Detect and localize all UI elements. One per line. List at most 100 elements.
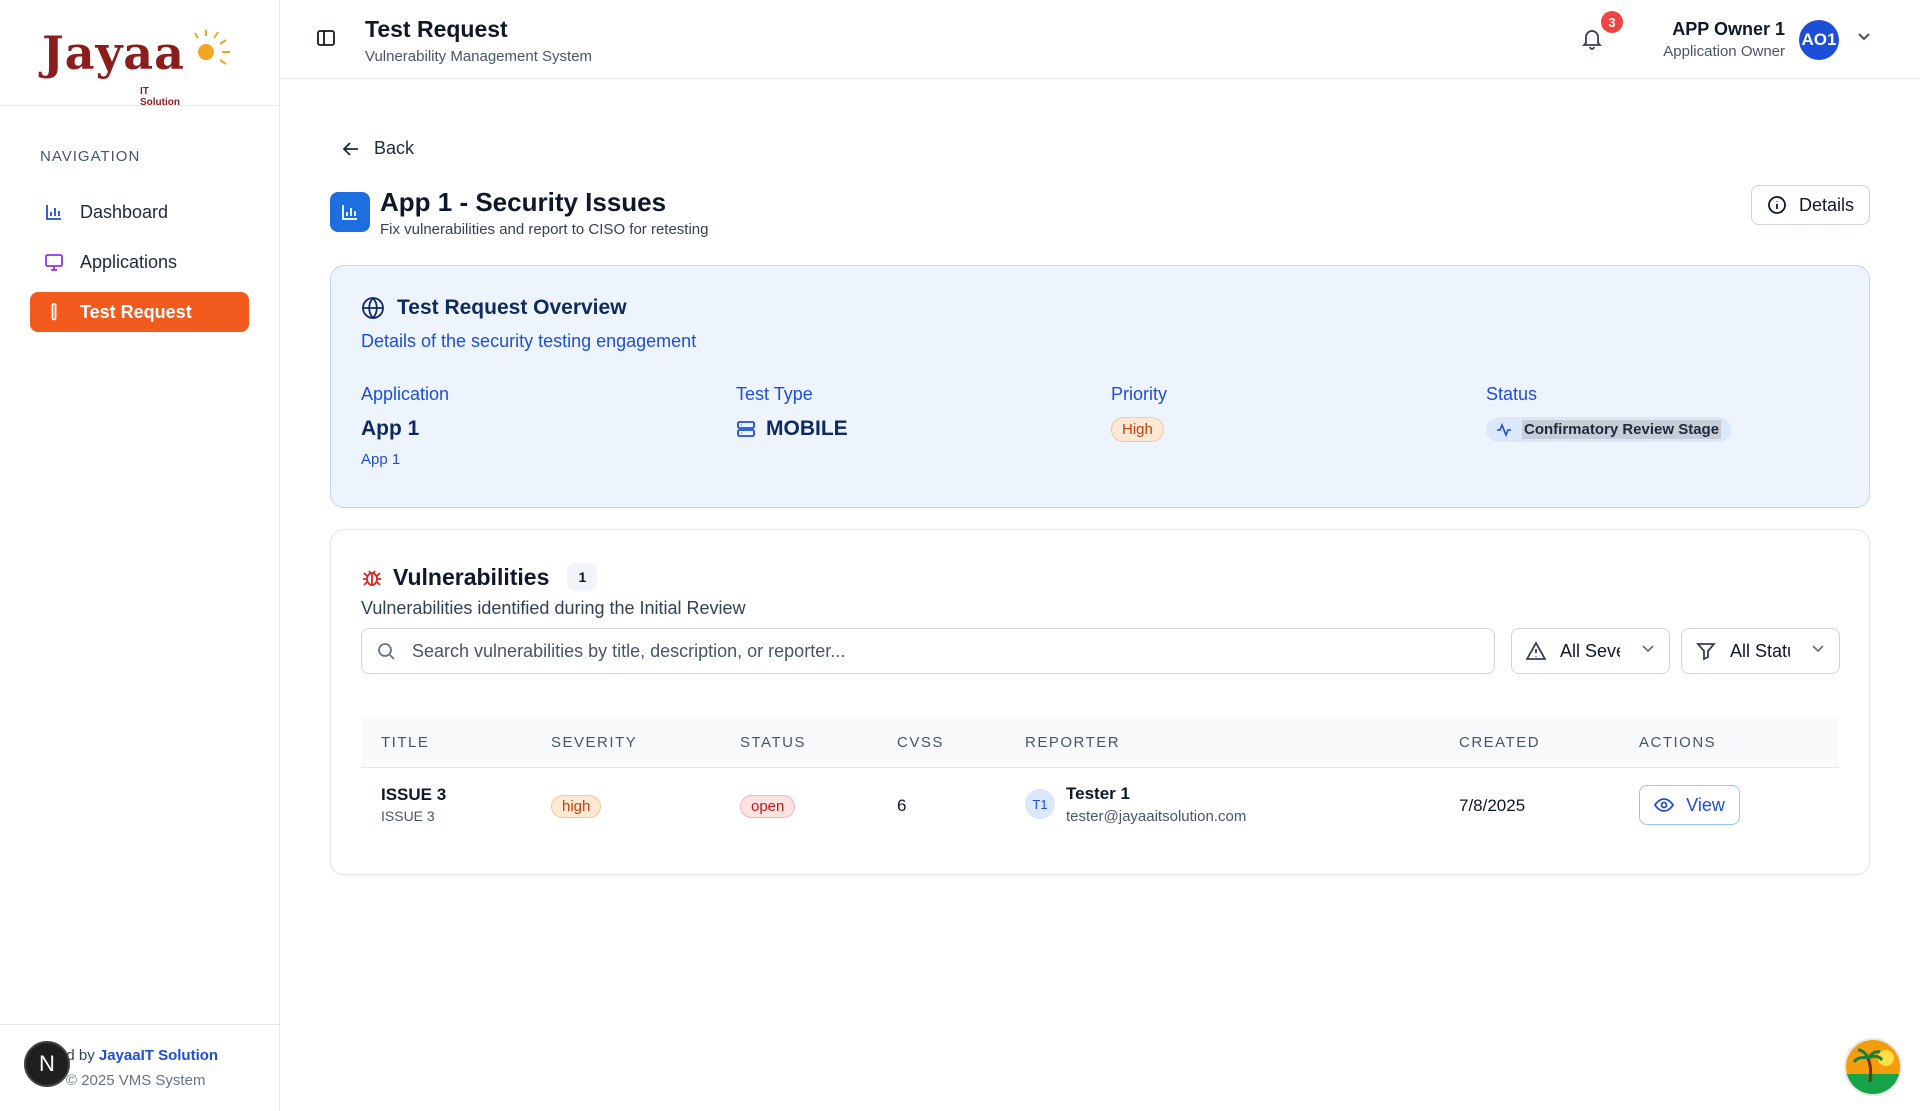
column-header-reporter[interactable]: REPORTER	[1025, 734, 1120, 751]
overview-subtitle: Details of the security testing engageme…	[361, 331, 697, 351]
severity-filter-value: All Severities	[1560, 640, 1620, 661]
user-name: APP Owner 1	[1672, 19, 1785, 39]
severity-filter-select[interactable]: All Severities	[1511, 628, 1670, 674]
sidebar-item-label: Applications	[80, 251, 178, 272]
avatar[interactable]: AO1	[1799, 20, 1839, 60]
column-header-severity[interactable]: SEVERITY	[551, 734, 637, 751]
reporter-email: tester@jayaaitsolution.com	[1066, 808, 1247, 825]
sidebar-item-label: Dashboard	[80, 201, 169, 222]
bar-chart-icon	[44, 202, 64, 222]
overview-title: Test Request Overview	[361, 296, 627, 320]
status-badge: Confirmatory Review Stage	[1486, 417, 1732, 442]
back-label: Back	[374, 138, 415, 158]
table-header: TITLE SEVERITY STATUS CVSS REPORTER CREA…	[361, 717, 1839, 768]
test-type-field: Test Type MOBILE	[736, 384, 848, 441]
page-icon	[330, 192, 370, 232]
sun-icon	[194, 29, 230, 65]
priority-badge: High	[1111, 417, 1164, 442]
details-button[interactable]: Details	[1751, 185, 1870, 225]
column-header-status[interactable]: STATUS	[740, 734, 806, 751]
logo-area: Jayaa IT Solution	[0, 0, 279, 108]
column-header-actions: ACTIONS	[1639, 734, 1717, 751]
sidebar-footer: ed by JayaaIT Solution © 2025 VMS System…	[0, 1024, 279, 1111]
header-subtitle: Vulnerability Management System	[365, 48, 593, 65]
bar-chart-icon	[342, 205, 357, 220]
logo[interactable]: Jayaa IT Solution	[42, 25, 230, 108]
powered-by: ed by JayaaIT Solution	[58, 1047, 218, 1064]
overview-title-text: Test Request Overview	[397, 296, 627, 319]
severity-badge: high	[551, 795, 602, 818]
powered-by-brand[interactable]: JayaaIT Solution	[99, 1047, 218, 1064]
test-request-overview-card: Test Request Overview Details of the sec…	[330, 265, 1870, 508]
vuln-title: ISSUE 3	[381, 785, 447, 804]
cvss-score: 6	[897, 796, 907, 815]
sidebar-item-test-request[interactable]: Test Request	[30, 292, 249, 332]
arrow-left-icon	[342, 141, 358, 156]
server-icon	[737, 421, 755, 437]
status-text: Confirmatory Review Stage	[1522, 420, 1722, 439]
dev-tools-badge[interactable]: N	[24, 1041, 70, 1087]
test-tube-icon	[44, 302, 64, 322]
top-header: Test Request Vulnerability Management Sy…	[280, 0, 1920, 79]
test-type-value: MOBILE	[736, 417, 848, 441]
vulnerabilities-count-badge: 1	[567, 563, 598, 591]
logo-text: Jayaa	[42, 25, 185, 80]
header-title: Test Request	[365, 16, 508, 42]
test-type-label: Test Type	[736, 384, 813, 404]
application-value: App 1	[361, 417, 420, 440]
chevron-down-icon	[1812, 645, 1824, 653]
vuln-description: ISSUE 3	[381, 808, 435, 824]
reporter-name: Tester 1	[1066, 784, 1130, 803]
test-type-text: MOBILE	[766, 417, 848, 440]
logo-subtext: IT Solution	[140, 85, 180, 108]
bug-icon	[363, 570, 381, 586]
eye-icon	[1654, 798, 1675, 812]
back-button[interactable]: Back	[342, 138, 414, 159]
search-field[interactable]	[361, 628, 1495, 674]
vulnerabilities-title: Vulnerabilities 1	[361, 563, 598, 591]
vulnerabilities-table: TITLE SEVERITY STATUS CVSS REPORTER CREA…	[361, 717, 1839, 844]
filter-icon	[1696, 643, 1716, 661]
priority-field: Priority High	[1111, 384, 1167, 442]
user-role: Application Owner	[1663, 43, 1785, 60]
priority-label: Priority	[1111, 384, 1168, 404]
page-title: App 1 - Security Issues	[380, 187, 667, 217]
sidebar-toggle-icon[interactable]	[316, 28, 336, 48]
copyright: © 2025 VMS System	[66, 1072, 206, 1089]
floating-widget-image[interactable]	[1844, 1038, 1902, 1096]
created-date: 7/8/2025	[1459, 796, 1526, 815]
view-button[interactable]: View	[1639, 785, 1740, 825]
beach-palm-icon	[1846, 1040, 1900, 1094]
status-filter-select[interactable]: All Statuses	[1681, 628, 1840, 674]
column-header-title[interactable]: TITLE	[381, 734, 429, 751]
view-label: View	[1686, 794, 1725, 815]
alert-triangle-icon	[1526, 641, 1546, 660]
table-row[interactable]: ISSUE 3 ISSUE 3 high open 6 T1 Tester 1 …	[361, 768, 1839, 844]
application-label: Application	[361, 384, 450, 404]
sidebar-item-applications[interactable]: Applications	[30, 242, 249, 282]
sidebar-item-dashboard[interactable]: Dashboard	[30, 192, 249, 232]
details-label: Details	[1798, 194, 1855, 215]
bell-icon[interactable]	[1582, 28, 1602, 50]
sidebar-item-label: Test Request	[80, 301, 192, 322]
search-icon	[378, 643, 395, 660]
vulnerabilities-title-text: Vulnerabilities	[393, 563, 550, 590]
chevron-down-icon	[1642, 645, 1654, 653]
chevron-down-icon[interactable]	[1857, 32, 1871, 42]
application-field: Application App 1 App 1	[361, 384, 449, 468]
monitor-icon	[44, 252, 64, 272]
column-header-created[interactable]: CREATED	[1459, 734, 1540, 751]
status-field: Status Confirmatory Review Stage	[1486, 384, 1732, 442]
status-badge: open	[740, 795, 796, 818]
status-label: Status	[1486, 384, 1538, 404]
vulnerabilities-subtitle: Vulnerabilities identified during the In…	[361, 598, 746, 618]
info-icon	[1768, 196, 1786, 214]
notification-count-badge: 3	[1601, 11, 1623, 33]
globe-icon	[362, 297, 384, 319]
sidebar: Jayaa IT Solution NAVIGATION Dashboard A…	[0, 0, 280, 1111]
application-subvalue: App 1	[361, 451, 401, 468]
status-filter-value: All Statuses	[1730, 640, 1790, 661]
vulnerabilities-card: Vulnerabilities 1 Vulnerabilities identi…	[330, 529, 1870, 875]
search-input[interactable]	[412, 640, 1462, 662]
column-header-cvss[interactable]: CVSS	[897, 734, 944, 751]
